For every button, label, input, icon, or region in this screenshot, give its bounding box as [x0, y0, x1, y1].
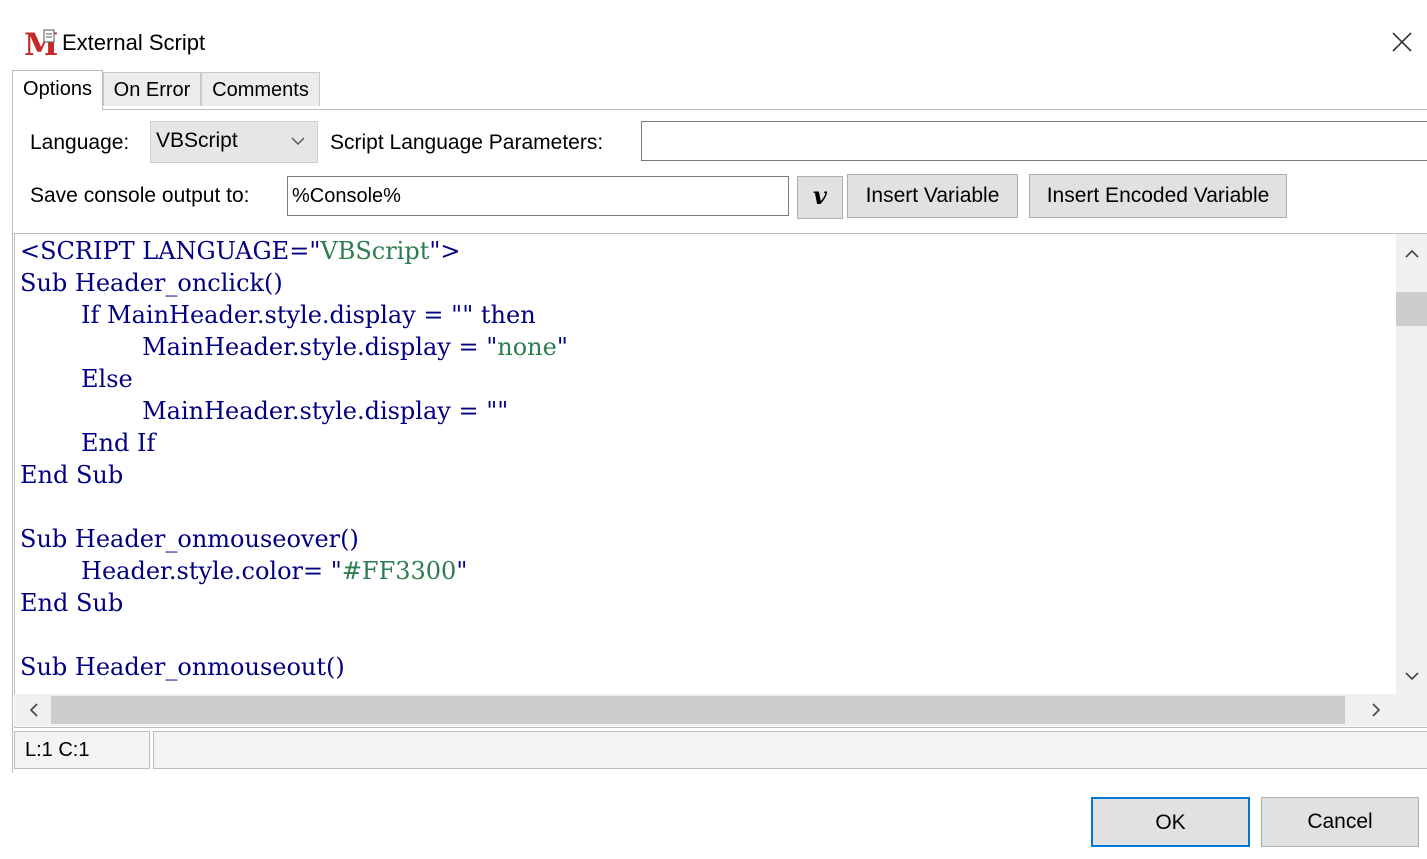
code-line[interactable]: Sub Header_onmouseout()	[20, 651, 1390, 683]
scroll-right-icon[interactable]	[1362, 696, 1390, 724]
window-title: External Script	[62, 30, 206, 55]
code-line[interactable]: MainHeader.style.display = "none"	[20, 331, 1390, 363]
code-line[interactable]: Header.style.color= "#000000"	[20, 683, 1390, 685]
language-select-value: VBScript	[156, 129, 238, 152]
variable-picker-button[interactable]: v	[797, 176, 843, 219]
code-line[interactable]: End Sub	[20, 587, 1390, 619]
code-line[interactable]: Else	[20, 363, 1390, 395]
insert-variable-button[interactable]: Insert Variable	[847, 174, 1018, 218]
app-logo-icon: M	[23, 28, 57, 58]
console-output-input[interactable]: %Console%	[287, 176, 789, 216]
code-line[interactable]	[20, 491, 1390, 523]
close-icon[interactable]	[1384, 24, 1418, 58]
code-line[interactable]: If MainHeader.style.display = "" then	[20, 299, 1390, 331]
scrollbar-corner	[1396, 694, 1427, 726]
code-line[interactable]: MainHeader.style.display = ""	[20, 395, 1390, 427]
code-line[interactable]	[20, 619, 1390, 651]
code-line[interactable]: End If	[20, 427, 1390, 459]
code-line[interactable]: <SCRIPT LANGUAGE="VBScript">	[20, 235, 1390, 267]
insert-encoded-variable-button[interactable]: Insert Encoded Variable	[1029, 174, 1287, 218]
code-line[interactable]: Header.style.color= "#FF3300"	[20, 555, 1390, 587]
scroll-left-icon[interactable]	[20, 696, 48, 724]
cancel-button[interactable]: Cancel	[1261, 797, 1419, 847]
cursor-position-status: L:1 C:1	[14, 731, 150, 769]
ok-button[interactable]: OK	[1091, 797, 1250, 847]
script-params-label: Script Language Parameters:	[330, 131, 604, 154]
vertical-scroll-thumb[interactable]	[1396, 292, 1427, 326]
chevron-down-icon	[291, 137, 305, 145]
console-output-label: Save console output to:	[30, 184, 250, 207]
code-line[interactable]: Sub Header_onclick()	[20, 267, 1390, 299]
tab-comments[interactable]: Comments	[201, 72, 320, 106]
horizontal-scroll-thumb[interactable]	[51, 696, 1345, 724]
code-line[interactable]: End Sub	[20, 459, 1390, 491]
code-editor-content[interactable]: <SCRIPT LANGUAGE="VBScript"> Sub Header_o…	[20, 235, 1390, 685]
scroll-down-icon[interactable]	[1398, 662, 1426, 690]
tab-on-error[interactable]: On Error	[103, 72, 201, 106]
language-label: Language:	[30, 131, 130, 154]
tab-options[interactable]: Options	[12, 70, 103, 110]
status-message	[153, 731, 1427, 769]
code-line[interactable]: Sub Header_onmouseover()	[20, 523, 1390, 555]
script-params-input[interactable]	[641, 121, 1427, 161]
scroll-up-icon[interactable]	[1398, 240, 1426, 268]
